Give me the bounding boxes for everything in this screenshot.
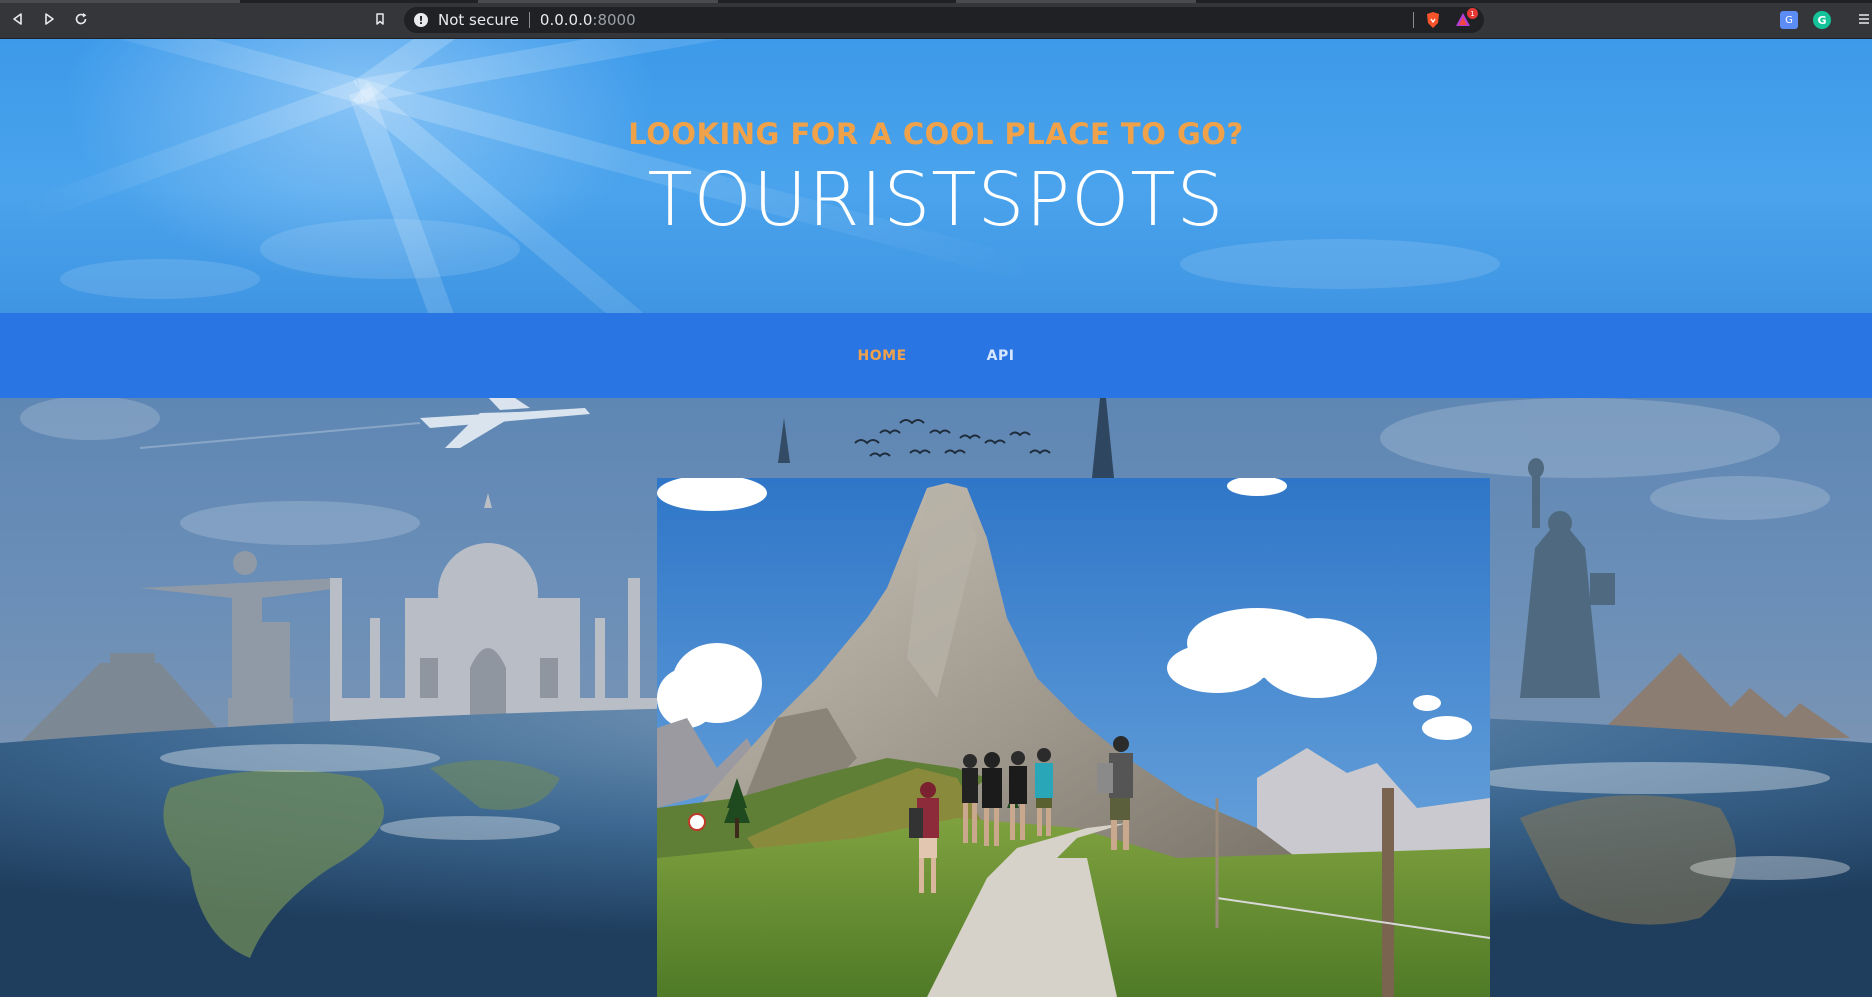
main-nav: HOME API bbox=[0, 313, 1872, 398]
mountain-hikers-image bbox=[657, 478, 1490, 997]
birds-icon bbox=[854, 419, 1051, 458]
featured-photo bbox=[657, 478, 1490, 997]
web-page: LOOKING FOR A COOL PLACE TO GO? TOURISTS… bbox=[0, 39, 1872, 997]
bookmark-icon[interactable] bbox=[370, 9, 390, 29]
back-icon[interactable] bbox=[8, 9, 28, 29]
giza-pyramids-icon bbox=[1595, 653, 1850, 738]
browser-toolbar: ! Not secure 0.0.0.0:8000 1 G G bbox=[0, 0, 1872, 39]
grammarly-extension-icon[interactable]: G bbox=[1813, 11, 1831, 29]
site-title: TOURISTSPOTS bbox=[647, 157, 1225, 243]
airplane-icon bbox=[420, 398, 590, 448]
browser-menu-icon[interactable] bbox=[1856, 9, 1872, 29]
not-secure-icon[interactable]: ! bbox=[414, 13, 428, 27]
rewards-badge: 1 bbox=[1467, 8, 1478, 19]
hero-kicker: LOOKING FOR A COOL PLACE TO GO? bbox=[628, 117, 1244, 151]
security-label[interactable]: Not secure bbox=[438, 11, 519, 29]
forward-icon[interactable] bbox=[39, 9, 59, 29]
address-bar[interactable]: ! Not secure 0.0.0.0:8000 1 bbox=[404, 7, 1484, 33]
hero-header: LOOKING FOR A COOL PLACE TO GO? TOURISTS… bbox=[0, 39, 1872, 313]
brave-shields-icon[interactable] bbox=[1424, 11, 1442, 29]
url-end-divider bbox=[1413, 12, 1414, 28]
url-divider bbox=[528, 12, 530, 28]
url-host: 0.0.0.0 bbox=[539, 11, 593, 29]
nav-home-link[interactable]: HOME bbox=[858, 348, 907, 364]
url-port: :8000 bbox=[592, 11, 636, 29]
nav-api-link[interactable]: API bbox=[987, 348, 1015, 364]
statue-of-liberty-icon bbox=[1520, 458, 1615, 698]
tab-strip bbox=[0, 0, 1872, 3]
eiffel-tower-icon bbox=[1092, 398, 1114, 478]
translate-extension-icon[interactable]: G bbox=[1780, 11, 1798, 29]
reload-icon[interactable] bbox=[71, 9, 91, 29]
